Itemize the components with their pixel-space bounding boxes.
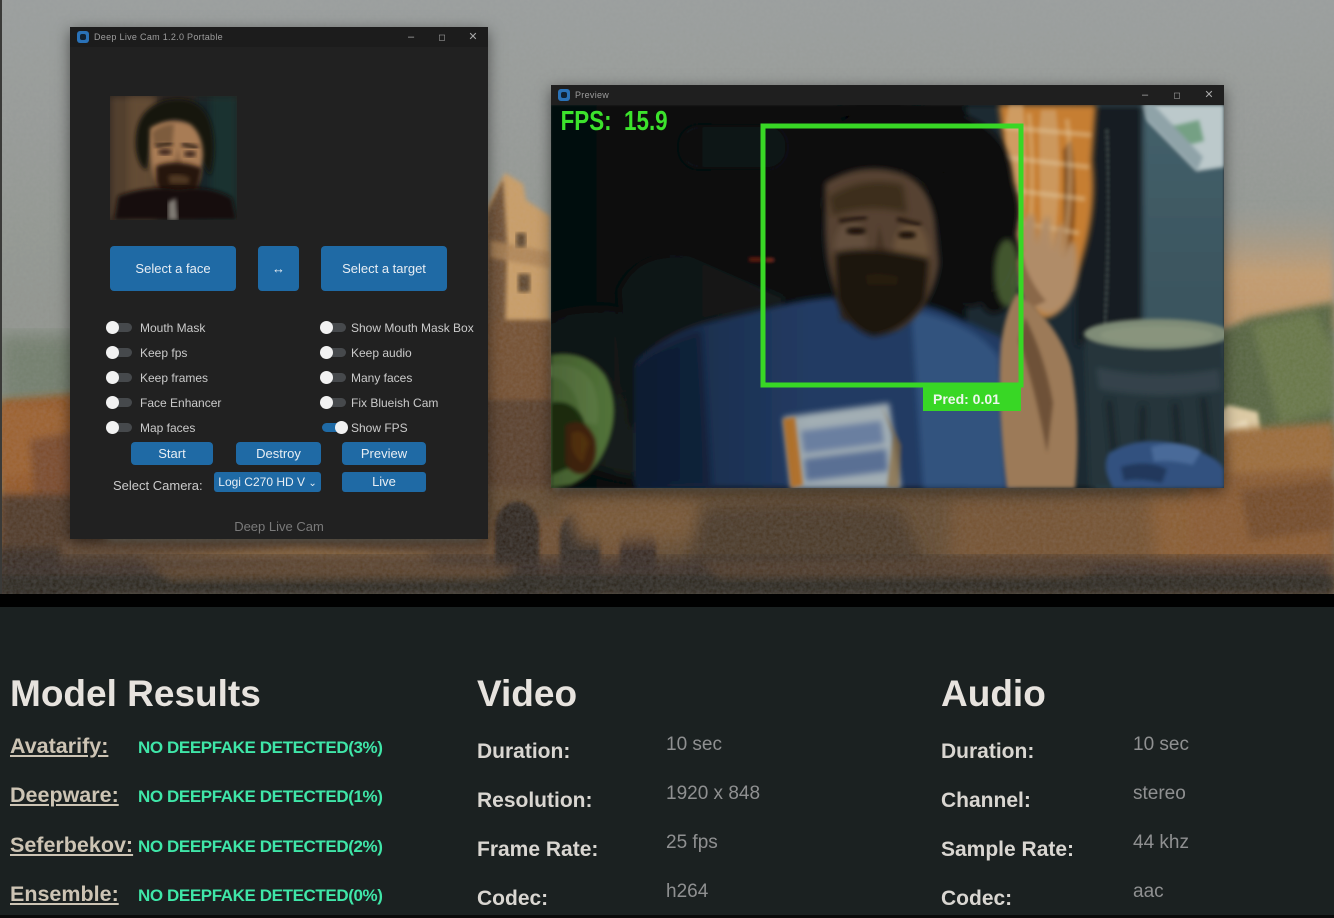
- svg-text:FPS: 15.9: FPS: 15.9: [561, 106, 668, 137]
- svg-text:Pred: 0.01: Pred: 0.01: [933, 391, 1000, 407]
